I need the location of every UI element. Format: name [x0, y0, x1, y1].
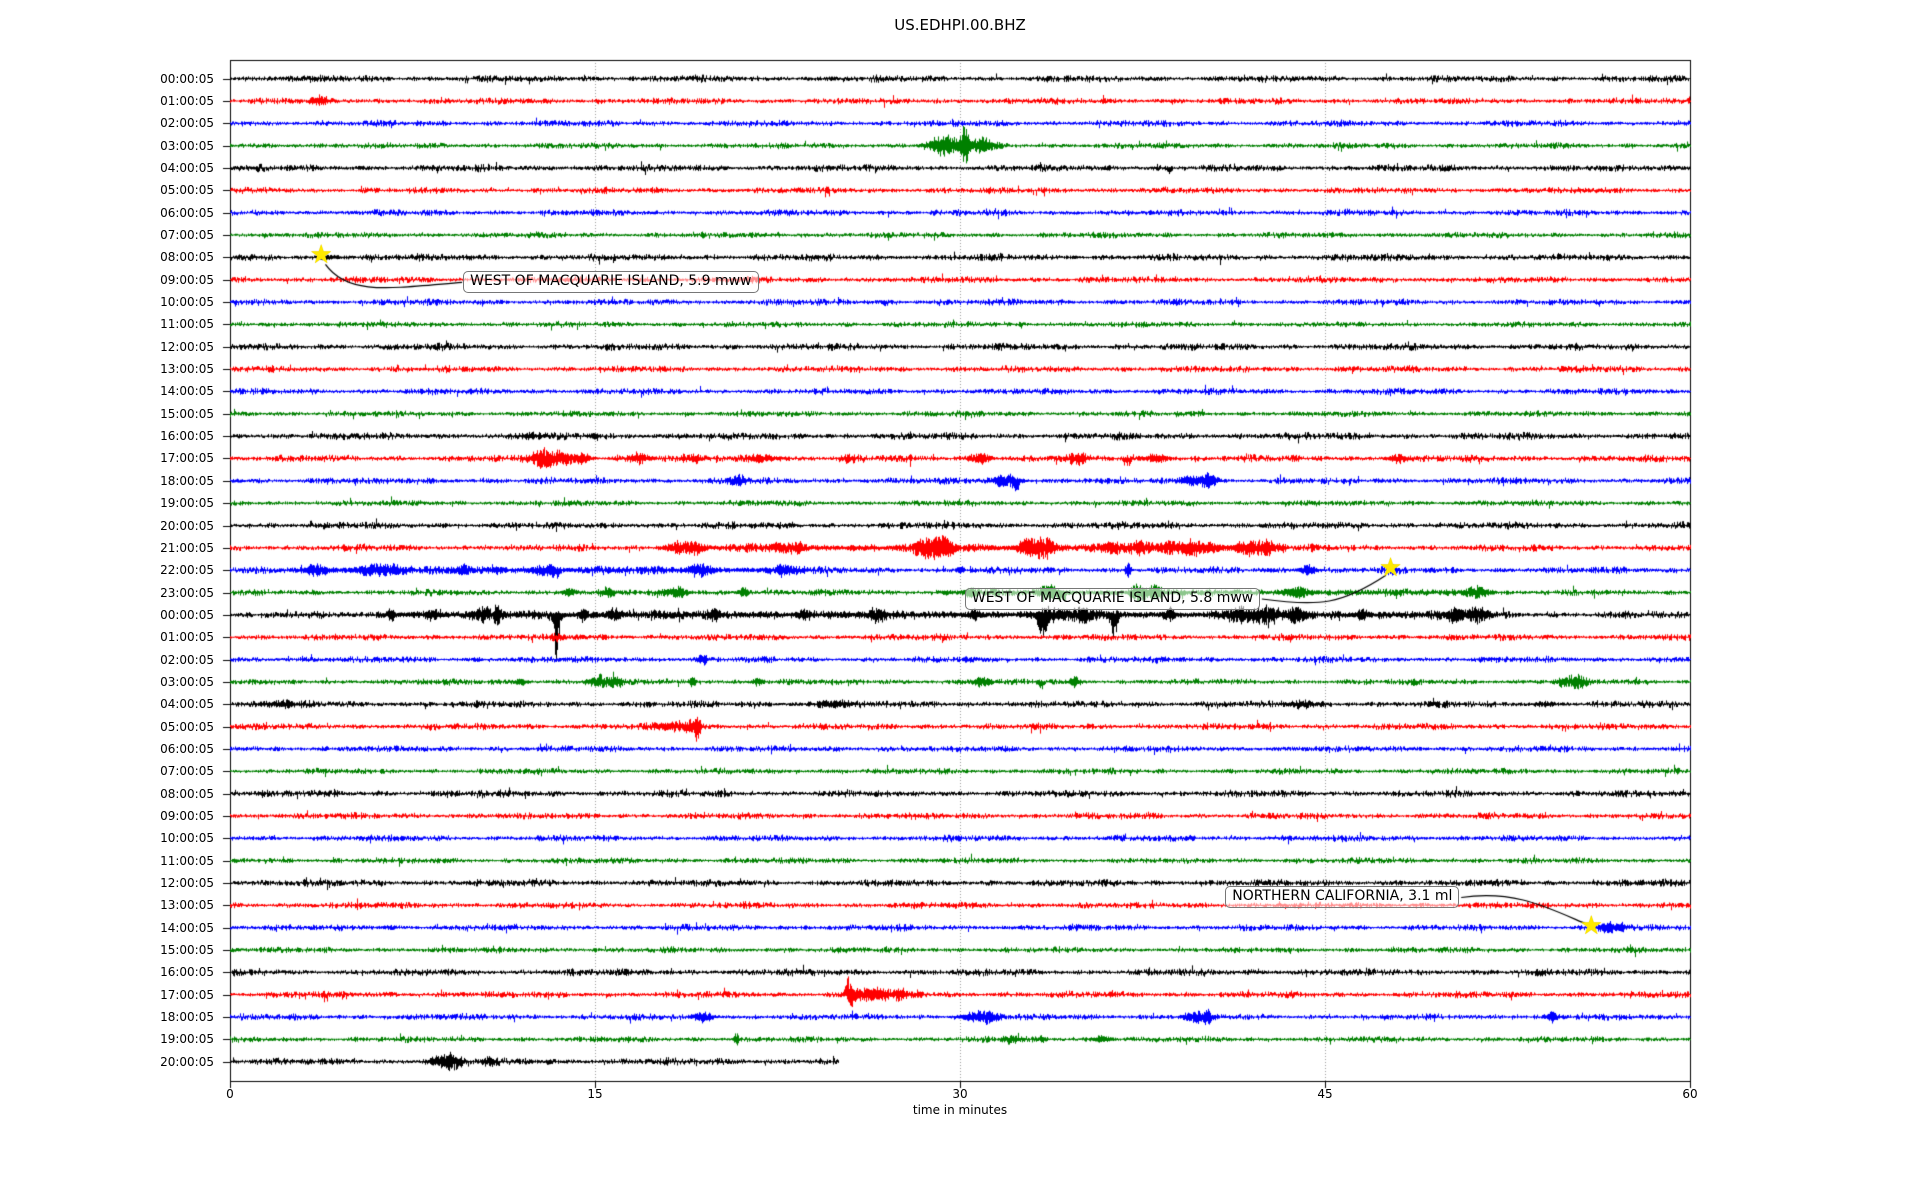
y-tick-label: 10:00:05 [160, 831, 214, 846]
y-tick-label: 03:00:05 [160, 138, 214, 153]
x-tick-label: 15 [587, 1087, 603, 1101]
y-tick-label: 11:00:05 [160, 853, 214, 868]
y-tick-label: 07:00:05 [160, 764, 214, 779]
y-tick-label: 16:00:05 [160, 965, 214, 980]
seismogram-dayplot: US.EDHPI.00.BHZ 00:00:05 01:00:05 02:00:05… [0, 0, 1920, 1200]
y-tick-label: 00:00:05 [160, 607, 214, 622]
seismogram-canvas [0, 0, 1920, 1200]
event-star-icon: ★ [309, 240, 333, 271]
y-tick-label: 04:00:05 [160, 161, 214, 176]
x-axis-title: time in minutes [912, 1103, 1008, 1117]
y-tick-label: 06:00:05 [160, 741, 214, 756]
y-tick-label: 02:00:05 [160, 652, 214, 667]
y-tick-label: 01:00:05 [160, 94, 214, 109]
y-tick-label: 04:00:05 [160, 697, 214, 712]
y-tick-label: 22:00:05 [160, 563, 214, 578]
y-tick-label: 20:00:05 [160, 518, 214, 533]
y-tick-label: 23:00:05 [160, 585, 214, 600]
y-tick-label: 15:00:05 [160, 406, 214, 421]
y-tick-label: 10:00:05 [160, 295, 214, 310]
y-tick-label: 13:00:05 [160, 362, 214, 377]
x-tick-label: 0 [226, 1087, 234, 1101]
event-annotation-macquarie-59: WEST OF MACQUARIE ISLAND, 5.9 mww [463, 271, 759, 294]
y-tick-label: 19:00:05 [160, 1032, 214, 1047]
y-tick-label: 07:00:05 [160, 228, 214, 243]
x-tick-label: 60 [1682, 1087, 1698, 1101]
y-tick-label: 13:00:05 [160, 898, 214, 913]
event-annotation-northern-california: NORTHERN CALIFORNIA, 3.1 ml [1225, 886, 1460, 909]
y-tick-label: 05:00:05 [160, 183, 214, 198]
y-tick-label: 08:00:05 [160, 250, 214, 265]
plot-title: US.EDHPI.00.BHZ [894, 16, 1026, 34]
y-tick-label: 11:00:05 [160, 317, 214, 332]
y-tick-label: 06:00:05 [160, 205, 214, 220]
y-tick-label: 14:00:05 [160, 920, 214, 935]
y-tick-label: 18:00:05 [160, 473, 214, 488]
event-annotation-macquarie-58: WEST OF MACQUARIE ISLAND, 5.8 mww [964, 588, 1261, 611]
y-tick-label: 18:00:05 [160, 1009, 214, 1024]
y-tick-label: 08:00:05 [160, 786, 214, 801]
y-tick-label: 17:00:05 [160, 451, 214, 466]
y-tick-label: 05:00:05 [160, 719, 214, 734]
y-tick-label: 01:00:05 [160, 630, 214, 645]
y-tick-label: 09:00:05 [160, 272, 214, 287]
y-tick-label: 00:00:05 [160, 71, 214, 86]
event-star-icon: ★ [1579, 910, 1603, 941]
y-tick-label: 09:00:05 [160, 808, 214, 823]
y-tick-label: 03:00:05 [160, 674, 214, 689]
y-tick-label: 16:00:05 [160, 429, 214, 444]
y-tick-label: 21:00:05 [160, 540, 214, 555]
y-tick-label: 20:00:05 [160, 1054, 214, 1069]
y-tick-label: 12:00:05 [160, 875, 214, 890]
event-star-icon: ★ [1378, 553, 1403, 584]
x-tick-label: 45 [1317, 1087, 1333, 1101]
y-tick-label: 19:00:05 [160, 496, 214, 511]
x-tick-label: 30 [952, 1087, 968, 1101]
y-tick-label: 12:00:05 [160, 339, 214, 354]
y-tick-label: 02:00:05 [160, 116, 214, 131]
y-tick-label: 15:00:05 [160, 942, 214, 957]
y-tick-label: 14:00:05 [160, 384, 214, 399]
y-tick-label: 17:00:05 [160, 987, 214, 1002]
